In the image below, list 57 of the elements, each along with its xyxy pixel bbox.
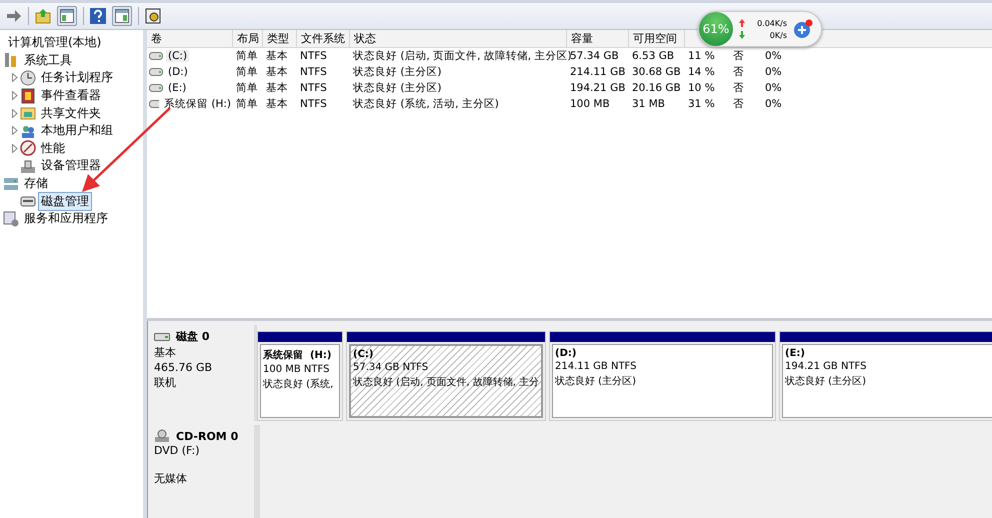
table-cell: NTFS <box>300 50 327 62</box>
table-cell: 基本 <box>266 97 288 111</box>
table-cell: 简单 <box>236 81 258 95</box>
disk-status: 无媒体 <box>154 471 188 486</box>
table-cell: 状态良好 (系统, 活动, 主分区) <box>353 97 499 111</box>
table-cell: 否 <box>733 97 744 111</box>
disk-name: CD-ROM 0 <box>176 430 238 442</box>
disk-size: 465.76 GB <box>154 361 214 374</box>
partition-name: (C:) <box>353 349 374 360</box>
table-cell: 基本 <box>266 81 288 95</box>
table-cell: 30.68 GB <box>632 66 681 78</box>
table-cell: 57.34 GB <box>570 50 619 62</box>
table-cell: 0% <box>765 98 782 110</box>
partition-status: 状态良好 (启动, 页面文件, 故障转储, 主分 <box>353 376 539 389</box>
table-cell: 简单 <box>236 65 258 79</box>
table-cell: NTFS <box>300 82 327 94</box>
disk-type: DVD (F:) <box>154 444 201 457</box>
disk-name: 磁盘 0 <box>176 329 210 344</box>
partition-name: (D:) <box>555 348 578 359</box>
partition-status: 状态良好 (主分区) <box>555 374 637 388</box>
table-cell: 31 MB <box>632 98 665 110</box>
table-cell: 简单 <box>236 97 258 111</box>
table-cell: 214.11 GB <box>570 66 626 78</box>
table-cell: 11 % <box>688 50 715 62</box>
table-cell: 31 % <box>688 98 715 110</box>
table-cell: NTFS <box>300 98 327 110</box>
partition-name: (E:) <box>785 348 806 359</box>
table-cell: 简单 <box>236 49 258 63</box>
table-cell: 否 <box>733 81 744 95</box>
partition-size: 194.21 GB NTFS <box>785 361 868 372</box>
table-cell: 0% <box>765 50 782 62</box>
upload-speed: 0.04K/s <box>757 18 787 28</box>
table-cell: 10 % <box>688 82 715 94</box>
table-cell: 否 <box>733 49 744 63</box>
table-cell: 0% <box>765 66 782 78</box>
table-cell: 14 % <box>688 66 715 78</box>
table-cell: 6.53 GB <box>632 50 674 62</box>
table-cell: 100 MB <box>570 98 610 110</box>
table-cell: 194.21 GB <box>570 82 626 94</box>
table-cell: NTFS <box>300 66 327 78</box>
table-cell: 状态良好 (启动, 页面文件, 故障转储, 主分区) <box>353 49 572 63</box>
table-cell: 基本 <box>266 49 288 63</box>
partition-size: 57.34 GB NTFS <box>353 362 430 373</box>
table-cell: 状态良好 (主分区) <box>353 65 442 79</box>
partition-status: 状态良好 (主分区) <box>785 374 867 388</box>
disk-status: 联机 <box>154 375 177 390</box>
partition-status: 状态良好 (系统, <box>263 378 334 391</box>
table-cell: 基本 <box>266 65 288 79</box>
download-speed: 0K/s <box>770 30 787 40</box>
table-cell: 状态良好 (主分区) <box>353 81 442 95</box>
partition-name: 系统保留 (H:) <box>263 348 332 362</box>
disk-type: 基本 <box>154 345 177 360</box>
table-cell: 否 <box>733 65 744 79</box>
partition-size: 100 MB NTFS <box>263 364 330 375</box>
partition-size: 214.11 GB NTFS <box>555 361 638 372</box>
table-cell: 0% <box>765 82 782 94</box>
table-cell: 20.16 GB <box>632 82 681 94</box>
